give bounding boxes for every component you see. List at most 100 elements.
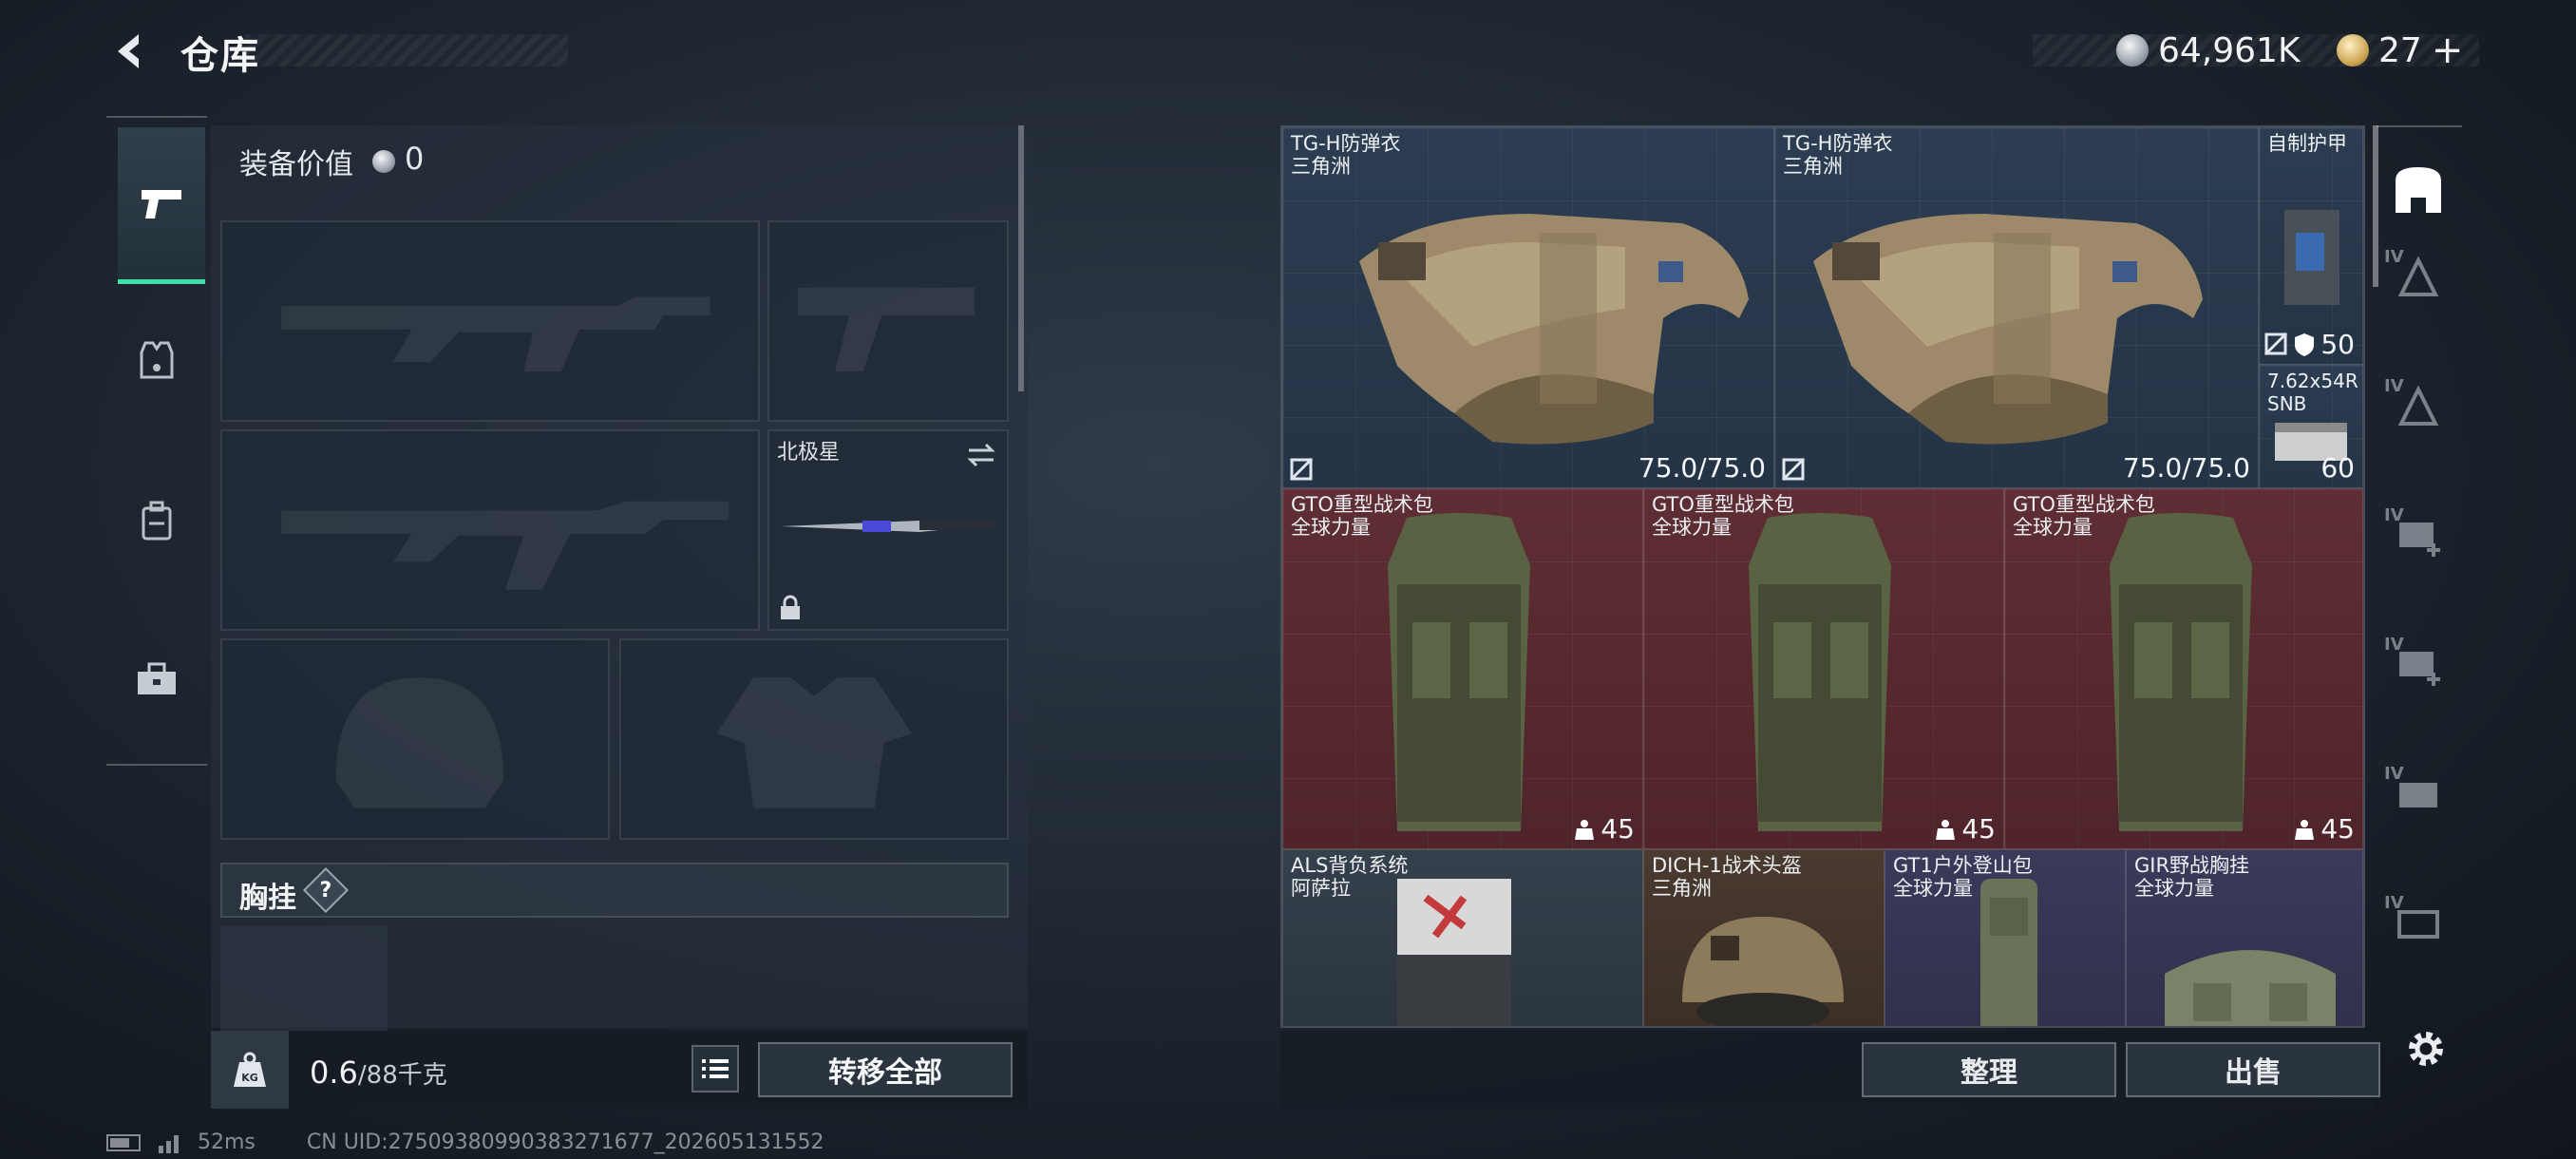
tier-label: IV bbox=[2384, 635, 2404, 655]
carry-weight-current: 0.6 bbox=[310, 1054, 358, 1091]
stash-grid: TG-H防弹衣 三角洲 75.0/75.0 TG-H防弹衣 三角洲 75.0/7… bbox=[1280, 125, 2365, 1028]
equipment-value-coin-icon bbox=[372, 150, 395, 173]
no-repair-icon bbox=[1781, 457, 1806, 482]
stash-page-2[interactable]: IV bbox=[2384, 247, 2453, 315]
backpack-image bbox=[1980, 879, 2037, 1026]
category-rail bbox=[106, 116, 207, 766]
chest-rig-slot[interactable] bbox=[220, 926, 388, 1031]
sell-button[interactable]: 出售 bbox=[2126, 1042, 2380, 1097]
item-name: 自制护甲 bbox=[2267, 132, 2347, 155]
weight-icon bbox=[2295, 819, 2315, 840]
toolbox-icon bbox=[138, 662, 176, 694]
equipment-scrollbar[interactable] bbox=[1018, 125, 1024, 391]
stash-item-gto-backpack-2[interactable]: GTO重型战术包 全球力量 45 bbox=[1643, 488, 2004, 849]
carry-weight: 0.6/88千克 bbox=[310, 1054, 447, 1091]
stash-item-gt1-backpack[interactable]: GT1户外登山包 全球力量 bbox=[1885, 849, 2126, 1026]
stash-page-4[interactable]: IV bbox=[2384, 505, 2453, 574]
page-title: 仓库 bbox=[180, 34, 260, 78]
category-weapons[interactable] bbox=[118, 127, 205, 284]
silver-currency: 64,961K bbox=[2116, 27, 2301, 74]
sidearm-slot[interactable] bbox=[767, 220, 1009, 422]
lock-icon bbox=[781, 595, 800, 619]
rifle-silhouette-icon bbox=[281, 296, 710, 371]
item-name: TG-H防弹衣 bbox=[1783, 132, 1893, 155]
tier-label: IV bbox=[2384, 764, 2404, 784]
body-armor-image bbox=[1359, 214, 1749, 445]
chest-rig-help-button[interactable]: ? bbox=[302, 866, 350, 914]
stash-page-5[interactable]: IV bbox=[2384, 635, 2453, 703]
tier-label: IV bbox=[2384, 893, 2404, 913]
category-armor[interactable] bbox=[120, 323, 194, 397]
item-durability: 75.0/75.0 bbox=[1638, 452, 1766, 484]
back-button[interactable] bbox=[106, 27, 156, 76]
item-origin: 全球力量 bbox=[2013, 516, 2093, 539]
item-origin: 全球力量 bbox=[1291, 516, 1371, 539]
signal-icon bbox=[159, 1134, 179, 1153]
backpack-image bbox=[1388, 513, 1530, 831]
item-origin: 三角洲 bbox=[1291, 155, 1351, 178]
item-origin: SNB bbox=[2267, 392, 2307, 415]
item-origin: 三角洲 bbox=[1652, 877, 1712, 900]
stash-page-6[interactable]: IV bbox=[2384, 764, 2453, 832]
stash-item-homemade-armor[interactable]: 自制护甲 50 bbox=[2259, 127, 2363, 365]
secondary-weapon-slot[interactable] bbox=[220, 429, 760, 631]
armor-value: 50 bbox=[2320, 329, 2355, 360]
item-armor-stat: 50 bbox=[2294, 329, 2355, 360]
tier-label: IV bbox=[2384, 376, 2404, 396]
backpack-image bbox=[2110, 513, 2252, 831]
item-origin: 全球力量 bbox=[1652, 516, 1732, 539]
homemade-armor-image bbox=[2284, 210, 2339, 305]
gold-currency[interactable]: 27 + bbox=[2337, 27, 2463, 74]
stash-item-gto-backpack-1[interactable]: GTO重型战术包 全球力量 45 bbox=[1282, 488, 1643, 849]
pistol-silhouette-icon bbox=[797, 287, 975, 371]
category-toolbox[interactable] bbox=[120, 642, 194, 716]
sort-button[interactable]: 整理 bbox=[1862, 1042, 2116, 1097]
stash-item-als-carrier[interactable]: ALS背负系统 阿萨拉 bbox=[1282, 849, 1643, 1026]
stash-item-dich1-helmet[interactable]: DICH-1战术头盔 三角洲 bbox=[1643, 849, 1885, 1026]
list-view-button[interactable] bbox=[691, 1045, 739, 1092]
category-backpack[interactable] bbox=[120, 484, 194, 559]
capacity-value: 45 bbox=[1601, 813, 1635, 845]
settings-button[interactable] bbox=[2399, 1022, 2453, 1075]
weight-icon bbox=[1936, 819, 1956, 840]
stash-item-ammo[interactable]: 7.62x54R SNB 60 bbox=[2259, 365, 2363, 488]
svg-text:KG: KG bbox=[241, 1072, 258, 1084]
list-icon bbox=[702, 1059, 729, 1078]
silver-coin-icon bbox=[2116, 34, 2149, 66]
transfer-all-button[interactable]: 转移全部 bbox=[758, 1042, 1013, 1097]
chest-rig-label: 胸挂 bbox=[239, 882, 296, 915]
body-armor-slot[interactable] bbox=[619, 638, 1009, 840]
armor-silhouette-icon bbox=[715, 677, 913, 808]
backpack-icon bbox=[142, 501, 172, 541]
item-name: GIR野战胸挂 bbox=[2134, 854, 2250, 877]
add-gold-button[interactable]: + bbox=[2432, 28, 2464, 72]
item-capacity: 45 bbox=[2294, 813, 2355, 845]
stash-item-tgh-vest-2[interactable]: TG-H防弹衣 三角洲 75.0/75.0 bbox=[1774, 127, 2259, 488]
swap-icon[interactable] bbox=[965, 441, 997, 469]
item-capacity: 45 bbox=[1574, 813, 1635, 845]
back-arrow-icon bbox=[118, 34, 139, 68]
melee-slot[interactable]: 北极星 bbox=[767, 429, 1009, 631]
stash-item-tgh-vest-1[interactable]: TG-H防弹衣 三角洲 75.0/75.0 bbox=[1282, 127, 1774, 488]
tier-label: IV bbox=[2384, 505, 2404, 525]
item-capacity: 45 bbox=[1935, 813, 1996, 845]
helmet-slot[interactable] bbox=[220, 638, 610, 840]
silver-amount: 64,961K bbox=[2158, 30, 2301, 70]
ping-value: 52ms bbox=[198, 1130, 256, 1154]
primary-weapon-slot[interactable] bbox=[220, 220, 760, 422]
safe-box-icon bbox=[2396, 167, 2441, 213]
stash-item-gir-chest-rig[interactable]: GIR野战胸挂 全球力量 bbox=[2126, 849, 2363, 1026]
stash-page-7[interactable]: IV bbox=[2384, 893, 2453, 961]
carrier-image bbox=[1397, 879, 1511, 1026]
header-decoration bbox=[245, 34, 568, 66]
stash-page-main[interactable] bbox=[2384, 162, 2453, 230]
no-repair-icon bbox=[1289, 457, 1314, 482]
pistol-icon bbox=[142, 190, 181, 218]
rifle-silhouette-icon bbox=[281, 501, 729, 590]
shield-icon bbox=[2295, 332, 2315, 356]
gold-coin-icon bbox=[2337, 34, 2369, 66]
gear-icon bbox=[2409, 1032, 2443, 1066]
weight-button[interactable]: KG bbox=[211, 1031, 289, 1109]
stash-item-gto-backpack-3[interactable]: GTO重型战术包 全球力量 45 bbox=[2004, 488, 2363, 849]
stash-page-3[interactable]: IV bbox=[2384, 376, 2453, 445]
